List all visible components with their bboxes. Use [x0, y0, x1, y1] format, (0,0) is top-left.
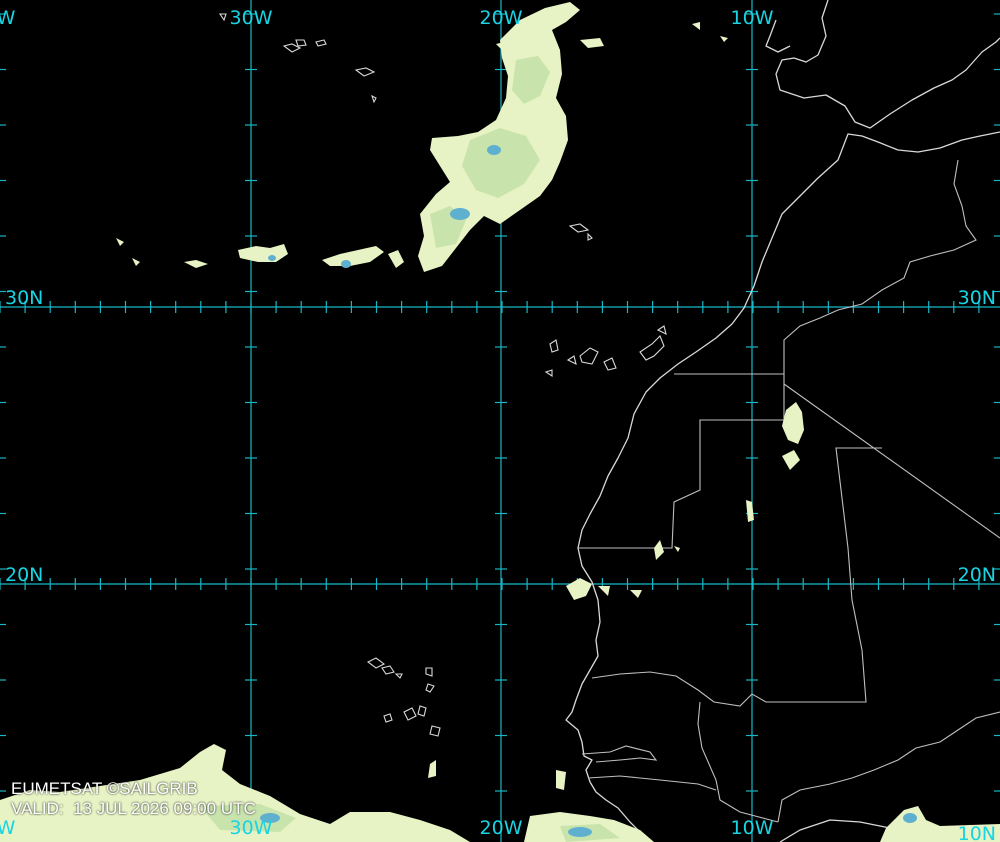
grid-label-bottom-20w: 20W — [480, 817, 523, 839]
grid-label-top-0w: 0W — [0, 7, 16, 29]
grid-label-left-20n: 20N — [5, 564, 43, 586]
grid-label-bottom-0w: 0W — [0, 817, 16, 839]
grid-label-top-10w: 10W — [731, 7, 774, 29]
credit-source: EUMETSAT ©SAILGRIB — [11, 779, 198, 798]
grid-label-right-20n: 20N — [958, 564, 996, 586]
grid-label-left-30n: 30N — [5, 287, 43, 309]
grid-label-top-30w: 30W — [230, 7, 273, 29]
grid-label-top-20w: 20W — [480, 7, 523, 29]
grid-label-right-30n: 30N — [958, 287, 996, 309]
grid-label-right-10n: 10N — [958, 823, 996, 842]
satellite-map: 0W 30W 20W 10W 0W 30W 20W 10W 30N 20N 30… — [0, 0, 1000, 842]
grid-label-bottom-30w: 30W — [230, 817, 273, 839]
credit-valid-time: VALID: 13 JUL 2026 09:00 UTC — [11, 799, 256, 818]
grid-label-bottom-10w: 10W — [731, 817, 774, 839]
